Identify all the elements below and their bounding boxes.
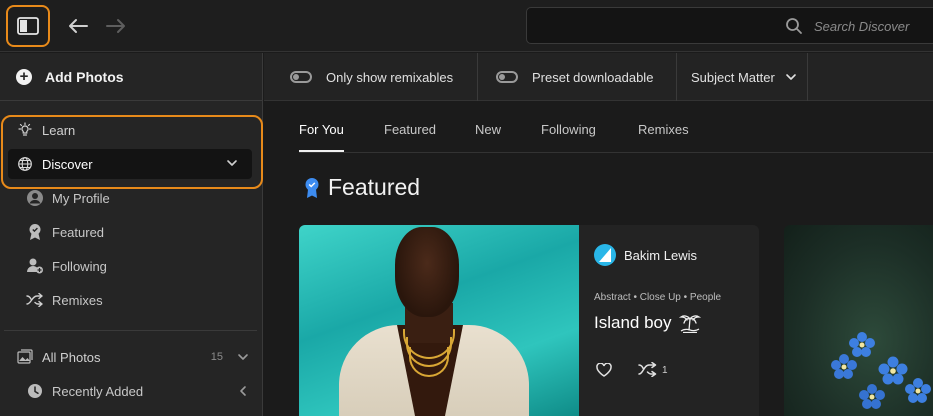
photo-tags: Abstract • Close Up • People	[594, 292, 722, 303]
active-tab-indicator	[299, 150, 344, 152]
preset-label: Preset downloadable	[532, 69, 654, 85]
sidebar-item-featured[interactable]: Featured	[0, 217, 263, 247]
photo-count: 15	[210, 351, 223, 363]
tab-remixes[interactable]: Remixes	[638, 122, 689, 137]
sidebar-item-label: Featured	[52, 224, 105, 240]
user-circle-icon	[26, 189, 44, 207]
photo-shape	[395, 227, 459, 317]
back-button[interactable]	[66, 14, 90, 38]
sidebar-item-following[interactable]: Following	[0, 251, 263, 281]
filter-divider	[676, 53, 677, 101]
filter-divider	[477, 53, 478, 101]
filter-divider	[807, 53, 808, 101]
photo-card-info: Bakim Lewis Abstract • Close Up • People…	[579, 225, 759, 416]
remix-icon[interactable]	[638, 362, 658, 377]
arrow-right-icon	[106, 19, 125, 33]
tab-for-you[interactable]: For You	[299, 122, 344, 137]
sidebar-item-label: Discover	[42, 156, 93, 172]
photo-card[interactable]: Bakim Lewis Abstract • Close Up • People…	[299, 225, 759, 416]
plus-icon: +	[16, 68, 32, 85]
sidebar-item-discover[interactable]: Discover	[8, 149, 252, 179]
sidebar-item-remixes[interactable]: Remixes	[0, 285, 263, 315]
panel-toggle-button[interactable]	[6, 5, 50, 47]
sidebar-item-label: Remixes	[52, 292, 103, 308]
sidebar-item-label: Learn	[42, 122, 76, 138]
photo-thumbnail[interactable]	[299, 225, 579, 416]
lightbulb-icon	[16, 121, 34, 139]
add-photos-button[interactable]: + Add Photos	[0, 53, 263, 101]
photo-title-row: Island boy	[594, 313, 701, 333]
sidebar-item-label: All Photos	[42, 349, 101, 365]
heart-icon[interactable]	[596, 363, 612, 377]
flowers-photo	[831, 332, 931, 409]
forward-button[interactable]	[104, 14, 128, 38]
clock-icon	[26, 382, 44, 400]
remix-icon	[26, 291, 44, 309]
arrow-left-icon	[69, 19, 88, 33]
featured-badge-icon	[305, 177, 319, 198]
top-bar: Search Discover	[0, 0, 933, 52]
subject-label: Subject Matter	[691, 69, 775, 85]
chevron-down-icon[interactable]	[237, 351, 249, 363]
section-heading: Featured	[304, 174, 420, 201]
photos-stack-icon	[16, 348, 34, 366]
toggle-switch[interactable]	[496, 71, 518, 83]
author-name[interactable]: Bakim Lewis	[624, 248, 697, 263]
search-field[interactable]: Search Discover	[526, 7, 933, 44]
sidebar-divider	[4, 330, 257, 331]
discover-tabs: For You Featured New Following Remixes	[299, 101, 933, 153]
search-icon	[786, 18, 802, 34]
preset-downloadable-toggle[interactable]: Preset downloadable	[496, 53, 653, 101]
chevron-down-icon[interactable]	[226, 157, 238, 169]
sidebar-item-label: My Profile	[52, 190, 110, 206]
globe-icon	[16, 155, 34, 173]
subject-matter-dropdown[interactable]: Subject Matter	[691, 53, 797, 101]
remixables-toggle[interactable]: Only show remixables	[290, 53, 453, 101]
sidebar-item-my-profile[interactable]: My Profile	[0, 183, 263, 213]
tab-new[interactable]: New	[475, 122, 501, 137]
add-photos-label: Add Photos	[45, 68, 124, 85]
photo-card[interactable]	[784, 225, 933, 416]
chevron-down-icon	[786, 74, 796, 80]
photo-title: Island boy	[594, 313, 672, 332]
sidebar-panel-icon	[17, 17, 39, 35]
section-title: Featured	[328, 174, 421, 200]
search-placeholder: Search Discover	[814, 19, 910, 34]
toggle-switch[interactable]	[290, 71, 312, 83]
sidebar-item-label: Following	[52, 258, 107, 274]
sidebar-item-learn[interactable]: Learn	[0, 115, 263, 145]
avatar[interactable]	[594, 244, 616, 266]
sidebar: + Add Photos Learn Discover My Profile F…	[0, 53, 263, 416]
sidebar-item-recently-added[interactable]: Recently Added	[0, 376, 263, 406]
user-follow-icon	[26, 257, 44, 275]
award-ribbon-icon	[26, 223, 44, 241]
remix-count: 1	[662, 365, 668, 376]
remixables-label: Only show remixables	[326, 69, 454, 85]
tab-featured[interactable]: Featured	[384, 122, 436, 137]
sidebar-item-all-photos[interactable]: All Photos 15	[0, 342, 263, 372]
palm-tree-icon	[678, 315, 701, 333]
tab-following[interactable]: Following	[541, 122, 596, 137]
filter-bar: Only show remixables Preset downloadable…	[264, 53, 933, 101]
chevron-left-icon[interactable]	[237, 385, 249, 397]
sidebar-item-label: Recently Added	[52, 383, 144, 399]
